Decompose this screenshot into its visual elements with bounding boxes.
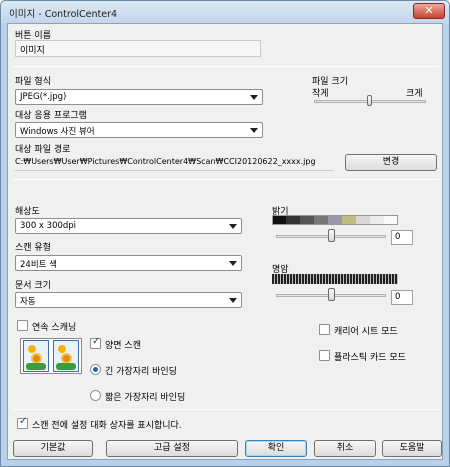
help-button[interactable]: 도움말 xyxy=(382,440,442,457)
long-edge-label: 긴 가장자리 바인딩 xyxy=(105,367,177,377)
cancel-button[interactable]: 취소 xyxy=(314,440,376,457)
brightness-slider-thumb[interactable] xyxy=(328,229,335,242)
separator xyxy=(13,66,439,67)
contrast-value[interactable]: 0 xyxy=(391,290,413,305)
doc-size-value: 자동 xyxy=(20,297,36,307)
file-type-label: 파일 형식 xyxy=(15,77,51,87)
advanced-settings-button[interactable]: 고급 설정 xyxy=(106,440,238,457)
contrast-slider-thumb[interactable] xyxy=(328,288,335,301)
chevron-down-icon xyxy=(229,261,237,266)
long-edge-radio[interactable] xyxy=(90,364,101,375)
dialog-window: 이미지 - ControlCenter4 ✕ 버튼 이름 이미지 파일 형식 J… xyxy=(0,0,450,467)
page-back-icon xyxy=(53,340,79,372)
change-path-button[interactable]: 변경 xyxy=(345,154,437,171)
scan-type-label: 스캔 유형 xyxy=(15,243,51,253)
default-button[interactable]: 기본값 xyxy=(13,440,93,457)
doc-size-select[interactable]: 자동 xyxy=(15,292,242,308)
contrast-pattern xyxy=(272,274,398,284)
separator xyxy=(13,409,439,410)
scan-type-value: 24비트 색 xyxy=(20,260,57,270)
file-type-select[interactable]: JPEG(*.jpg) xyxy=(15,89,263,105)
carrier-sheet-checkbox[interactable] xyxy=(319,324,330,335)
duplex-scan-label: 양면 스캔 xyxy=(105,341,141,351)
chevron-down-icon xyxy=(250,128,258,133)
short-edge-radio[interactable] xyxy=(90,390,101,401)
button-name-field[interactable]: 이미지 xyxy=(15,40,261,57)
file-size-large-label: 크게 xyxy=(406,89,423,99)
resolution-select[interactable]: 300 x 300dpi xyxy=(15,218,242,234)
title-bar[interactable]: 이미지 - ControlCenter4 ✕ xyxy=(1,1,449,23)
window-title: 이미지 - ControlCenter4 xyxy=(9,9,118,20)
close-button[interactable]: ✕ xyxy=(413,3,445,19)
resolution-label: 해상도 xyxy=(15,207,40,217)
file-size-small-label: 작게 xyxy=(312,89,329,99)
target-app-value: Windows 사진 뷰어 xyxy=(20,127,95,137)
brightness-value[interactable]: 0 xyxy=(391,230,413,245)
scan-type-select[interactable]: 24비트 색 xyxy=(15,255,242,271)
target-app-select[interactable]: Windows 사진 뷰어 xyxy=(15,122,263,138)
plastic-card-checkbox[interactable] xyxy=(319,350,330,361)
show-dialog-checkbox[interactable] xyxy=(17,416,28,429)
target-path-label: 대상 파일 경로 xyxy=(15,145,71,155)
chevron-down-icon xyxy=(229,224,237,229)
show-dialog-label: 스캔 전에 설정 대화 상자를 표시합니다. xyxy=(32,421,182,431)
brightness-gradient xyxy=(272,215,398,225)
doc-size-label: 문서 크기 xyxy=(15,281,51,291)
separator xyxy=(13,179,439,180)
resolution-value: 300 x 300dpi xyxy=(20,221,77,231)
page-front-icon xyxy=(23,340,49,372)
duplex-scan-checkbox[interactable] xyxy=(90,336,101,349)
continuous-scan-label: 연속 스캐닝 xyxy=(32,323,77,333)
dialog-body: 버튼 이름 이미지 파일 형식 JPEG(*.jpg) 파일 크기 작게 크게 … xyxy=(7,23,443,460)
chevron-down-icon xyxy=(250,95,258,100)
carrier-sheet-label: 캐리어 시트 모드 xyxy=(334,327,398,337)
plastic-card-label: 플라스틱 카드 모드 xyxy=(334,353,406,363)
file-size-slider-thumb[interactable] xyxy=(367,95,372,106)
chevron-down-icon xyxy=(229,298,237,303)
duplex-scan-icon xyxy=(20,338,82,374)
target-path-value: C:₩Users₩User₩Pictures₩ControlCenter4₩Sc… xyxy=(15,157,333,171)
button-name-value: 이미지 xyxy=(20,46,45,56)
target-app-label: 대상 응용 프로그램 xyxy=(15,111,87,121)
short-edge-label: 짧은 가장자리 바인딩 xyxy=(105,393,186,403)
file-type-value: JPEG(*.jpg) xyxy=(20,92,67,102)
continuous-scan-checkbox[interactable] xyxy=(17,320,28,331)
ok-button[interactable]: 확인 xyxy=(245,440,307,457)
